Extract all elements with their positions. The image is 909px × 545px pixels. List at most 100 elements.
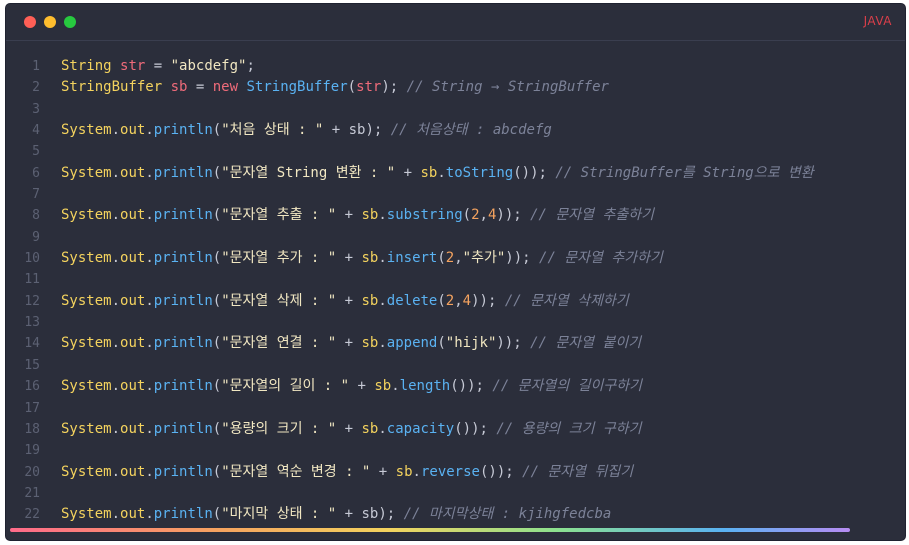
line-number: 4 xyxy=(32,123,40,139)
line-number: 5 xyxy=(32,144,40,160)
code-token: + xyxy=(336,420,362,437)
code-token: . xyxy=(145,378,154,395)
code-token: sb xyxy=(374,378,392,395)
line-number: 19 xyxy=(24,443,40,459)
code-token: println xyxy=(153,463,213,480)
code-token: + xyxy=(336,250,362,267)
code-token: "abcdefg" xyxy=(170,58,247,74)
code-token: "hijk" xyxy=(445,335,497,352)
code-line: 12 System.out.println("문자열 삭제 : " + sb.de… xyxy=(6,291,905,312)
code-token: ()); xyxy=(513,164,556,181)
code-token: "문자열 String 변환 : " xyxy=(221,164,396,181)
code-token: . xyxy=(145,335,154,352)
code-token: System xyxy=(61,378,112,395)
code-block: 1 String str = "abcdefg"; 2 StringBuffer sb… xyxy=(6,56,905,526)
code-token: ( xyxy=(212,292,222,309)
code-token: out xyxy=(120,463,146,480)
code-token: "문자열 추출 : " xyxy=(221,207,337,224)
line-number: 3 xyxy=(32,101,40,117)
code-line: 11 xyxy=(6,269,905,290)
code-token: // 마지막상태 : kjihgfedcba xyxy=(403,506,612,523)
code-token: System xyxy=(61,164,112,181)
code-token: out xyxy=(120,292,146,309)
code-token: . xyxy=(145,122,154,139)
code-token: . xyxy=(111,122,121,139)
code-token: + sb); xyxy=(336,506,404,523)
code-token: "문자열 추가 : " xyxy=(221,250,337,267)
code-token: = xyxy=(187,79,213,96)
code-token: + xyxy=(336,335,362,352)
code-token: toString xyxy=(445,164,514,181)
code-token: println xyxy=(153,420,213,437)
code-token: "용량의 크기 : " xyxy=(221,420,337,437)
code-token: // StringBuffer를 String으로 변환 xyxy=(555,164,814,181)
code-line: 22 System.out.println("마지막 상태 : " + sb); … xyxy=(6,504,905,525)
code-token: println xyxy=(153,122,213,139)
code-token: )); xyxy=(496,335,531,352)
code-token: out xyxy=(120,335,146,352)
code-token: . xyxy=(111,164,121,181)
minimize-dot-icon[interactable] xyxy=(44,16,56,28)
code-token: // 문자열 삭제하기 xyxy=(504,292,629,309)
code-line: 13 xyxy=(6,312,905,333)
code-token: out xyxy=(120,506,146,523)
code-token: length xyxy=(399,378,451,395)
code-token: , xyxy=(454,292,463,309)
close-dot-icon[interactable] xyxy=(24,16,36,28)
code-token: . xyxy=(145,292,154,309)
code-line: 5 xyxy=(6,141,905,162)
code-token: ( xyxy=(437,335,446,352)
code-token: insert xyxy=(386,250,438,267)
code-token: delete xyxy=(386,292,438,309)
code-line: 20 System.out.println("문자열 역순 변경 : " + sb… xyxy=(6,462,905,483)
code-line: 15 xyxy=(6,355,905,376)
code-token: // 문자열 붙이기 xyxy=(530,335,642,352)
line-number: 10 xyxy=(24,251,40,267)
code-token: System xyxy=(61,463,112,480)
code-token: )); xyxy=(505,250,540,267)
code-line: 2 StringBuffer sb = new StringBuffer(str)… xyxy=(6,77,905,98)
code-token: . xyxy=(111,292,121,309)
code-token: + sb); xyxy=(323,122,391,139)
code-line: 9 xyxy=(6,227,905,248)
code-token: ( xyxy=(347,79,357,96)
code-token: append xyxy=(386,335,438,352)
code-token: reverse xyxy=(420,463,480,480)
line-number: 21 xyxy=(24,485,40,501)
code-token: // 문자열의 길이구하기 xyxy=(492,378,643,395)
code-token: + xyxy=(336,292,362,309)
code-token: ( xyxy=(212,463,222,480)
code-token: StringBuffer xyxy=(246,79,348,96)
code-token: "처음 상태 : " xyxy=(221,122,324,139)
line-number: 2 xyxy=(32,80,40,96)
code-token: println xyxy=(153,506,213,523)
code-line: 4 System.out.println("처음 상태 : " + sb); //… xyxy=(6,120,905,141)
code-token: . xyxy=(145,420,154,437)
code-token: System xyxy=(61,250,112,267)
code-token: println xyxy=(153,335,213,352)
code-token: substring xyxy=(386,207,463,224)
code-token: println xyxy=(153,207,213,224)
code-token: sb xyxy=(361,250,379,267)
code-token: . xyxy=(437,164,446,181)
line-number: 14 xyxy=(24,336,40,352)
code-token: println xyxy=(153,164,213,181)
code-token: 2 xyxy=(445,250,455,267)
maximize-dot-icon[interactable] xyxy=(64,16,76,28)
code-token: sb xyxy=(361,335,379,352)
line-number: 20 xyxy=(24,464,40,480)
code-token: "마지막 상태 : " xyxy=(221,506,337,523)
code-token: ()); xyxy=(450,378,493,395)
code-token: . xyxy=(378,207,387,224)
code-token: . xyxy=(111,506,121,523)
code-token: ); xyxy=(381,79,407,96)
code-line: 1 String str = "abcdefg"; xyxy=(6,56,905,77)
code-token: ; xyxy=(246,58,255,74)
code-token: . xyxy=(378,250,387,267)
code-token: out xyxy=(120,122,146,139)
code-token: . xyxy=(111,207,121,224)
code-token: . xyxy=(145,463,154,480)
code-line: 21 xyxy=(6,483,905,504)
line-number: 11 xyxy=(24,272,40,288)
